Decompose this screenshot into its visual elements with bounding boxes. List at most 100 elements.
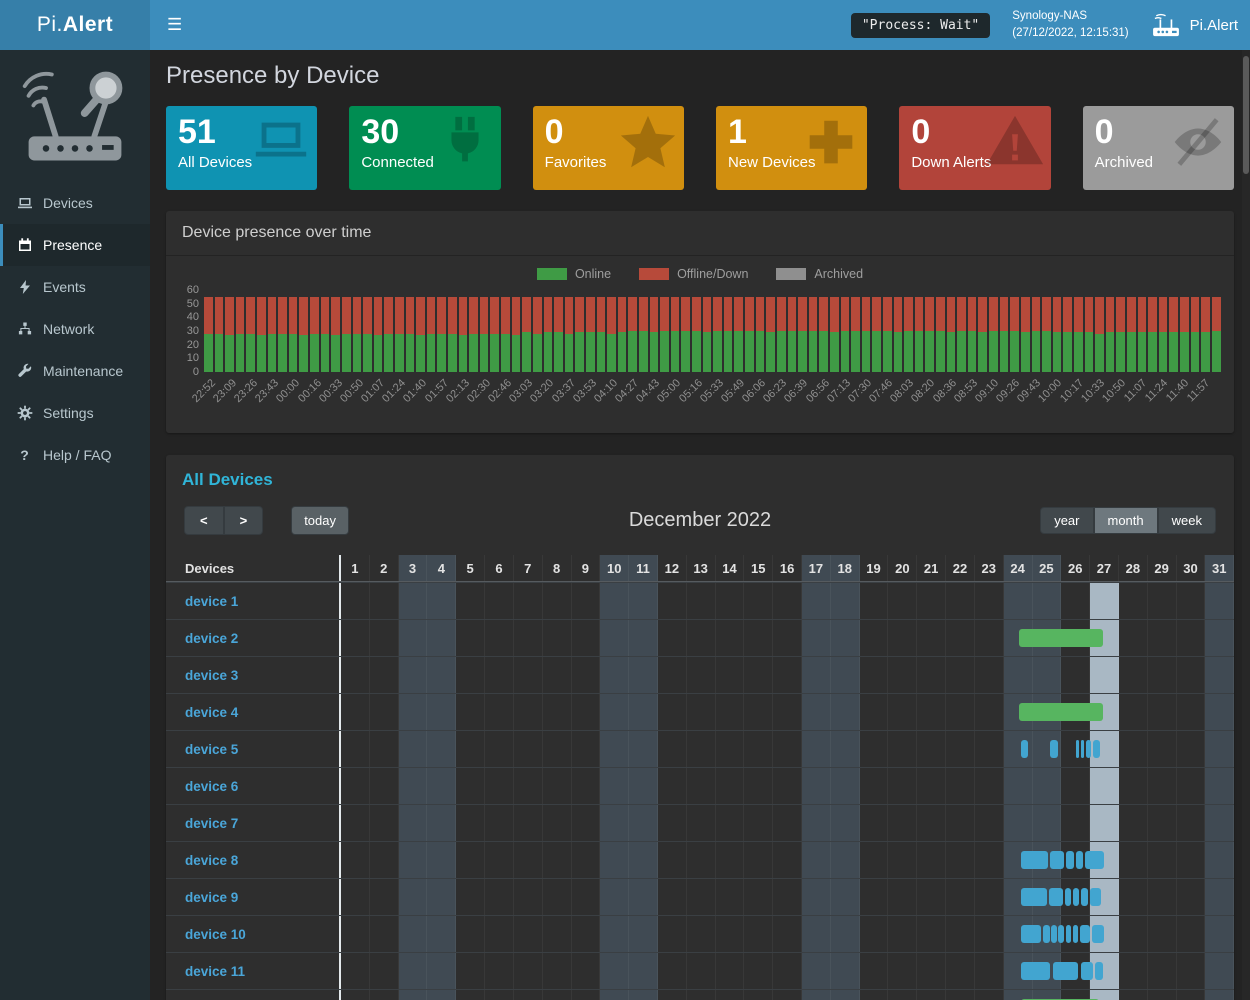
summary-card-all-devices[interactable]: 51 All Devices — [166, 106, 317, 190]
calendar-day-header: 16 — [773, 555, 802, 581]
chart-bar — [671, 290, 680, 372]
device-link[interactable]: device 6 — [185, 779, 238, 794]
calendar-day-cell — [1148, 657, 1177, 693]
page-scrollbar[interactable] — [1242, 50, 1250, 1000]
calendar-day-cell — [572, 768, 601, 804]
y-tick-label: 20 — [187, 339, 199, 351]
calendar-day-cell — [600, 694, 629, 730]
chart-bar — [480, 290, 489, 372]
header-brand-link[interactable]: Pi.Alert — [1151, 13, 1238, 37]
sidebar-item-presence[interactable]: Presence — [0, 224, 150, 266]
calendar-day-cell — [917, 768, 946, 804]
device-link[interactable]: device 2 — [185, 631, 238, 646]
summary-card-connected[interactable]: 30 Connected — [349, 106, 500, 190]
brand-logo[interactable]: Pi.Alert — [0, 0, 150, 50]
summary-card-favorites[interactable]: 0 Favorites — [533, 106, 684, 190]
calendar-day-cell — [427, 731, 456, 767]
device-link[interactable]: device 11 — [185, 964, 245, 979]
header-brand-label: Pi.Alert — [1190, 17, 1238, 34]
calendar-day-cell — [1004, 805, 1033, 841]
device-link[interactable]: device 10 — [185, 927, 246, 942]
calendar-day-cell — [658, 694, 687, 730]
chart-bar — [490, 290, 499, 372]
summary-card-archived[interactable]: 0 Archived — [1083, 106, 1234, 190]
sidebar-item-devices[interactable]: Devices — [0, 182, 150, 224]
chart-bar — [872, 290, 881, 372]
chart-x-label: 06:39 — [783, 377, 811, 405]
device-link[interactable]: device 8 — [185, 853, 238, 868]
calendar-day-cell — [370, 953, 399, 989]
calendar-day-cell — [629, 990, 658, 1000]
calendar-day-cell — [860, 953, 889, 989]
sidebar-item-network[interactable]: Network — [0, 308, 150, 350]
presence-bar — [1081, 740, 1084, 758]
calendar-day-cell — [514, 620, 543, 656]
calendar-day-cell — [1177, 657, 1206, 693]
calendar-day-cell — [860, 694, 889, 730]
calendar-next-button[interactable]: > — [224, 506, 264, 535]
calendar-view-month-button[interactable]: month — [1094, 507, 1158, 534]
calendar-day-cell — [1177, 620, 1206, 656]
y-tick-label: 40 — [187, 311, 199, 323]
calendar-day-cell — [975, 916, 1004, 952]
device-link[interactable]: device 9 — [185, 890, 238, 905]
chart-x-label: 00:33 — [317, 377, 345, 405]
calendar-day-cell — [716, 583, 745, 619]
scrollbar-thumb[interactable] — [1243, 56, 1249, 174]
calendar-day-cell — [888, 916, 917, 952]
chart-x-label: 03:37 — [550, 377, 578, 405]
sidebar-item-label: Maintenance — [43, 363, 123, 379]
chart-bar — [395, 290, 404, 372]
summary-card-down-alerts[interactable]: 0 Down Alerts — [899, 106, 1050, 190]
calendar-day-cell — [773, 657, 802, 693]
calendar-day-cell — [716, 953, 745, 989]
calendar-day-cell — [514, 657, 543, 693]
device-presence-row: device 8 — [166, 841, 1234, 878]
sidebar-toggle-button[interactable]: ☰ — [150, 0, 199, 50]
calendar-day-cell — [1090, 583, 1119, 619]
chart-bar — [522, 290, 531, 372]
calendar-prev-button[interactable]: < — [184, 506, 224, 535]
calendar-day-cell — [917, 879, 946, 915]
device-link[interactable]: device 1 — [185, 594, 238, 609]
presence-bar — [1019, 629, 1103, 647]
calendar-day-cell — [888, 879, 917, 915]
chart-bar — [904, 290, 913, 372]
calendar-day-cell — [1090, 657, 1119, 693]
chart-bar — [374, 290, 383, 372]
calendar-day-cell — [658, 842, 687, 878]
calendar-day-cell — [1205, 879, 1234, 915]
calendar-view-week-button[interactable]: week — [1158, 507, 1216, 534]
calendar-day-cell — [341, 953, 370, 989]
calendar-today-button[interactable]: today — [291, 506, 349, 535]
presence-bar — [1076, 740, 1079, 758]
chart-x-label: 02:13 — [444, 377, 472, 405]
calendar-day-cell — [1205, 731, 1234, 767]
chart-bar — [660, 290, 669, 372]
calendar-view-year-button[interactable]: year — [1040, 507, 1093, 534]
sidebar-item-maintenance[interactable]: Maintenance — [0, 350, 150, 392]
calendar-day-cell — [975, 805, 1004, 841]
device-link[interactable]: device 4 — [185, 705, 238, 720]
sidebar-item-events[interactable]: Events — [0, 266, 150, 308]
calendar-day-cell — [802, 620, 831, 656]
summary-card-new-devices[interactable]: 1 New Devices — [716, 106, 867, 190]
calendar-day-cell — [1148, 731, 1177, 767]
calendar-day-cell — [888, 657, 917, 693]
calendar-day-cell — [572, 657, 601, 693]
presence-bar — [1073, 888, 1079, 906]
device-link[interactable]: device 5 — [185, 742, 238, 757]
calendar-day-cell — [802, 953, 831, 989]
calendar-day-cell — [572, 731, 601, 767]
chart-y-axis: 6050403020100 — [172, 290, 204, 372]
calendar-day-header: 29 — [1148, 555, 1177, 581]
calendar-day-cell — [399, 694, 428, 730]
device-link[interactable]: device 3 — [185, 668, 238, 683]
sidebar-item-settings[interactable]: Settings — [0, 392, 150, 434]
sidebar-item-help[interactable]: ? Help / FAQ — [0, 434, 150, 476]
calendar-day-cell — [1119, 731, 1148, 767]
calendar-day-cell — [514, 953, 543, 989]
calendar-day-cell — [773, 583, 802, 619]
device-link[interactable]: device 7 — [185, 816, 238, 831]
calendar-day-cell — [600, 953, 629, 989]
